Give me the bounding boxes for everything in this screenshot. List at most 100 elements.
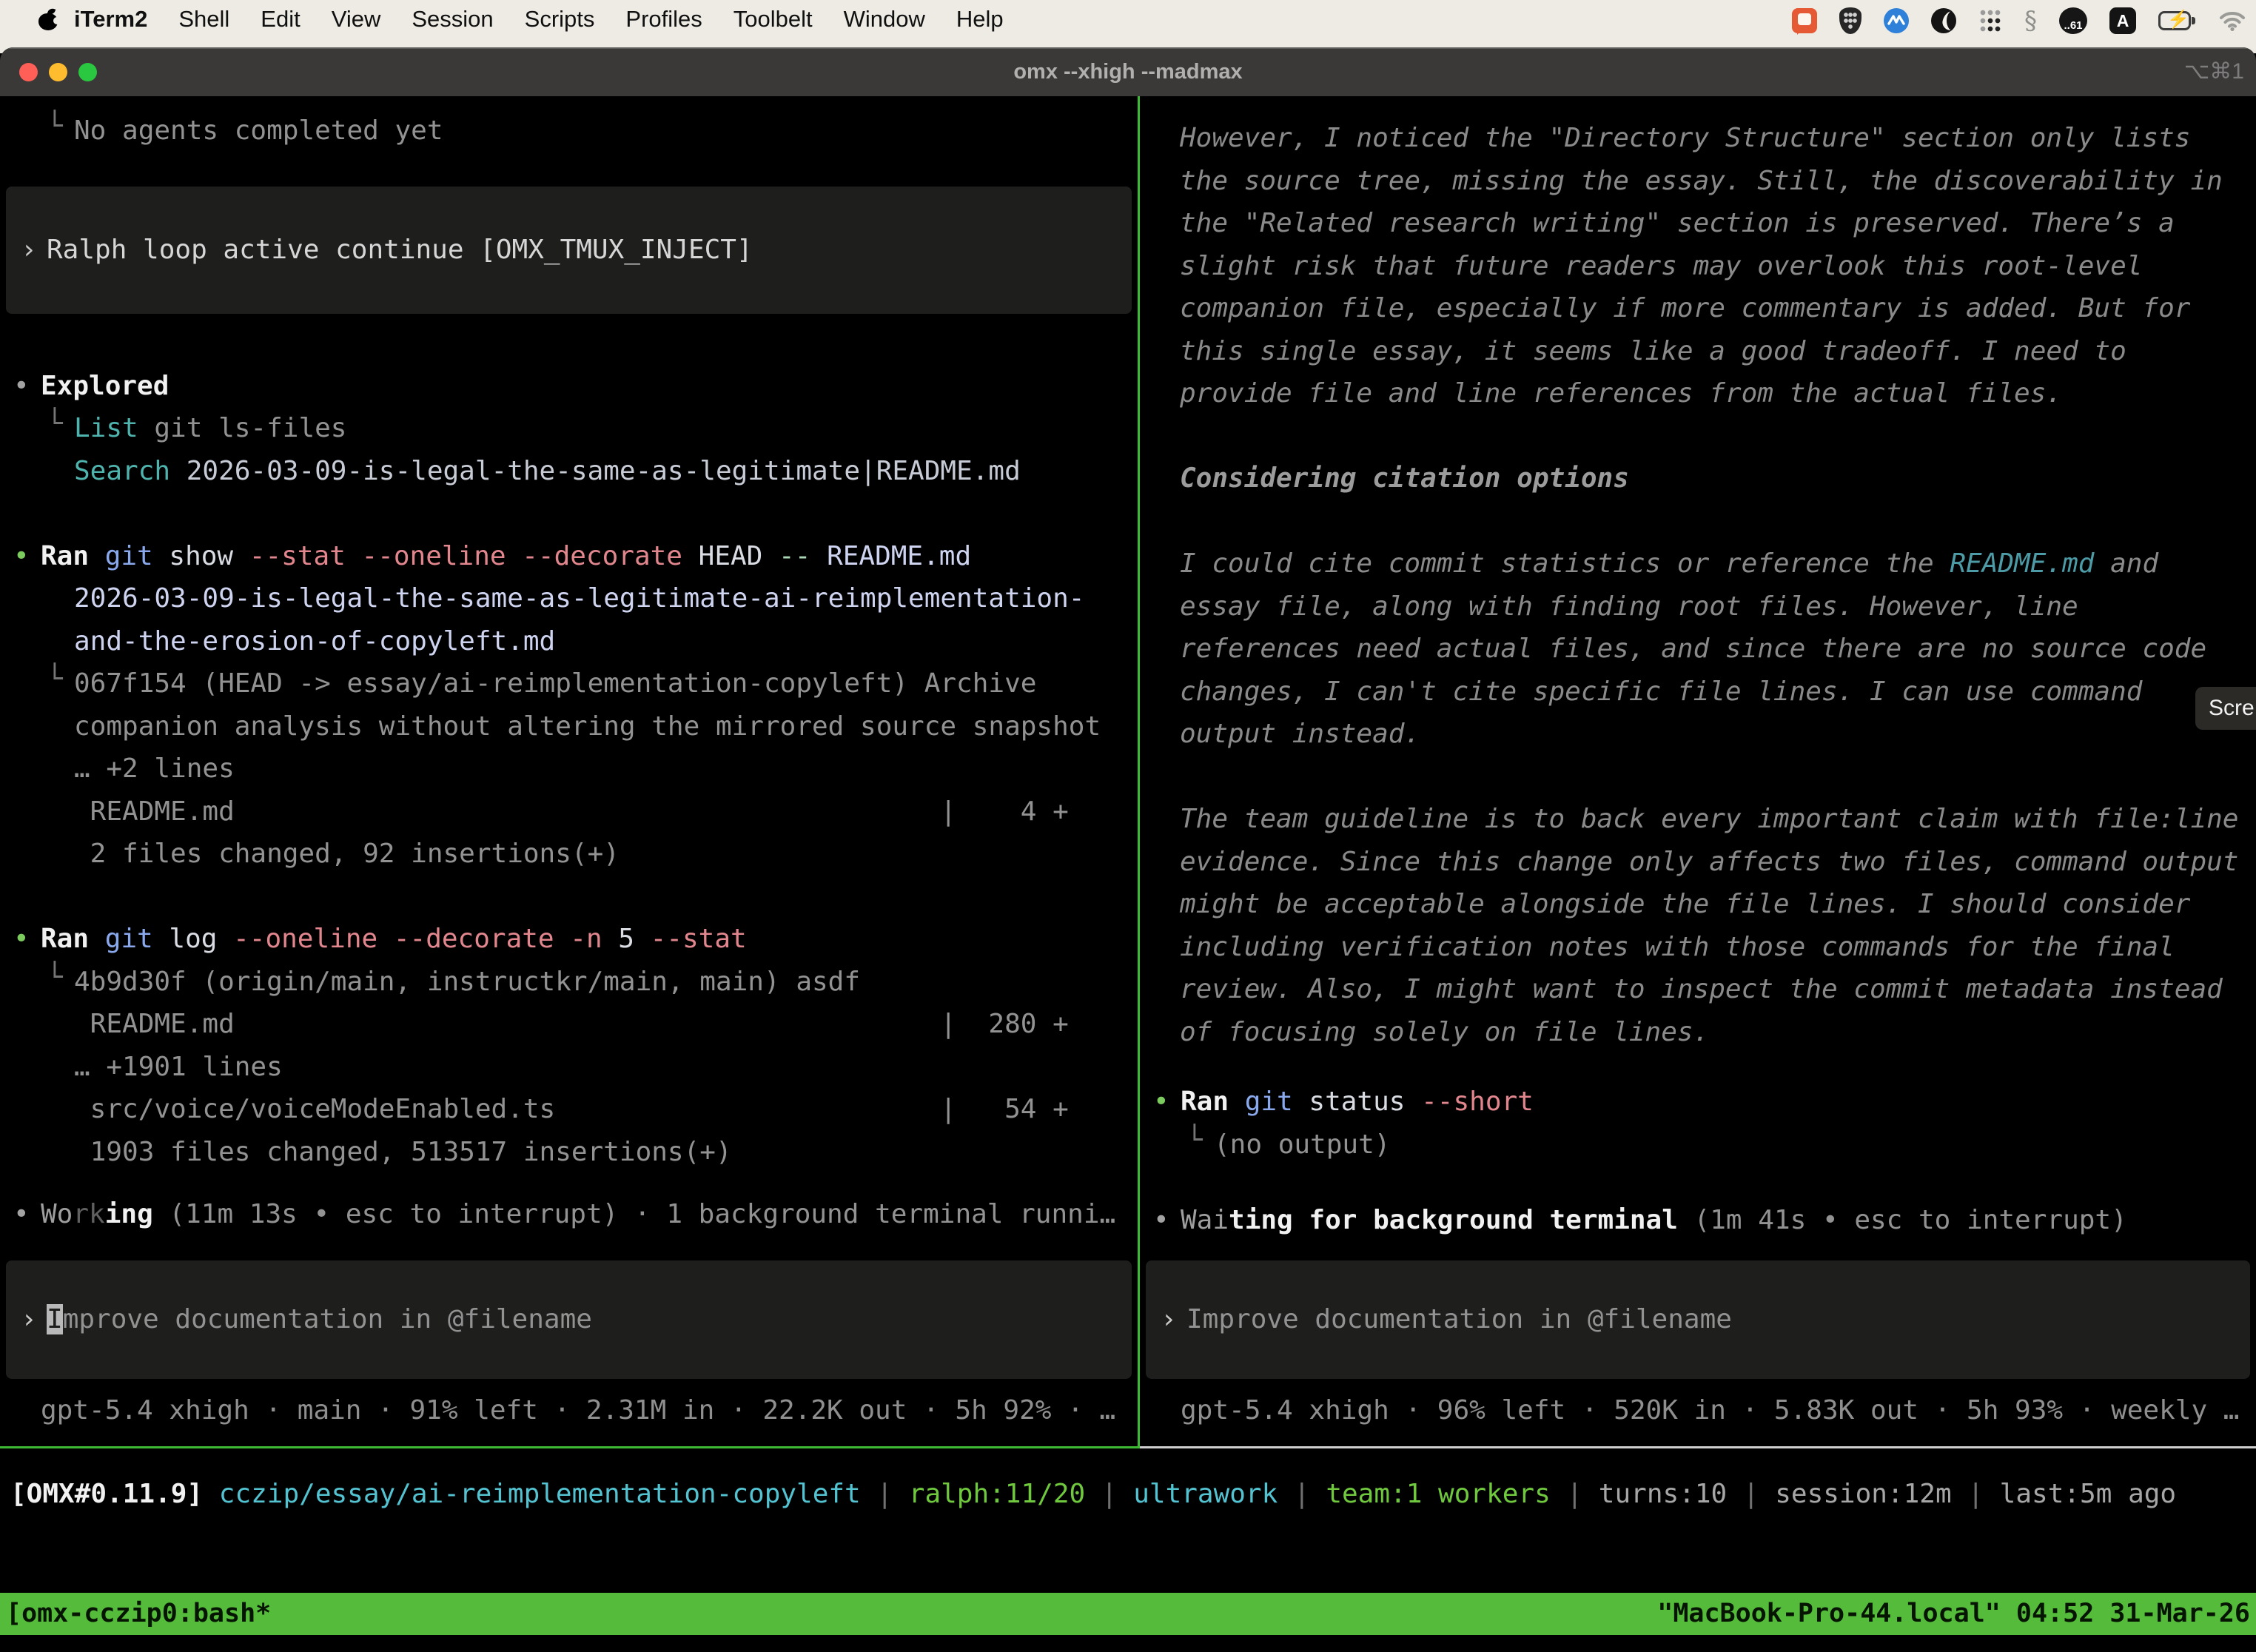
terminal-line: └067f154 (HEAD -> essay/ai-reimplementat… — [0, 662, 1138, 705]
menu-item-scripts[interactable]: Scripts — [525, 6, 595, 33]
chat-bubble-icon[interactable] — [1792, 8, 1817, 33]
tree-branch-icon: └ — [1186, 1119, 1203, 1162]
terminal-line: README.md | 4 + — [0, 790, 1138, 833]
terminal-line: might be acceptable alongside the file l… — [1140, 883, 2256, 926]
menu-item-view[interactable]: View — [332, 6, 381, 33]
battery-bolt-glyph: ⚡ — [2167, 9, 2189, 30]
gauge-icon[interactable]: ..61 — [2059, 7, 2087, 34]
terminal-line: └List git ls-files — [0, 407, 1138, 450]
wifi-icon[interactable] — [2219, 10, 2246, 31]
blue-badge-icon[interactable] — [1884, 8, 1909, 33]
battery-icon[interactable]: ⚡ — [2158, 11, 2197, 30]
menu-items: iTerm2 Shell Edit View Session Scripts Profile… — [0, 0, 1004, 38]
terminal-line: output instead. — [1140, 713, 2256, 756]
dots-grid-icon[interactable] — [1978, 9, 2002, 33]
tmux-session-label: [omx-cczip0:bash* — [6, 1593, 271, 1635]
bullet-icon: • — [13, 535, 30, 578]
spacer — [0, 492, 1138, 535]
input-source-label: A — [2117, 11, 2129, 31]
menu-item-edit[interactable]: Edit — [261, 6, 300, 33]
title-bar[interactable]: omx --xhigh --madmax ⌥⌘1 — [0, 47, 2256, 96]
bullet-icon: • — [13, 918, 30, 961]
terminal-line: … +1901 lines — [0, 1046, 1138, 1089]
terminal-line: Considering citation options — [1140, 457, 2256, 500]
terminal-line: └(no output) — [1140, 1124, 2256, 1166]
spacer — [1140, 756, 2256, 799]
prompt-input[interactable]: ›Improve documentation in @filename — [6, 1260, 1132, 1379]
terminal-line: Search 2026-03-09-is-legal-the-same-as-l… — [0, 450, 1138, 493]
spacer — [1140, 1242, 2256, 1260]
spacer — [0, 1236, 1138, 1260]
terminal-line: references need actual files, and since … — [1140, 628, 2256, 671]
terminal-line: •Ran git show --stat --oneline --decorat… — [0, 535, 1138, 578]
tree-branch-icon: └ — [47, 403, 63, 446]
spacer — [0, 96, 1138, 110]
terminal-line: •Working (11m 13s • esc to interrupt) · … — [0, 1193, 1138, 1236]
terminal-line: •Explored — [0, 365, 1138, 408]
omx-status-bar: [OMX#0.11.9] cczip/essay/ai-reimplementa… — [0, 1473, 2256, 1516]
tree-branch-icon: └ — [47, 658, 63, 701]
terminal-line: this single essay, it seems like a good … — [1140, 330, 2256, 373]
prompt-chevron-icon: › — [21, 1304, 37, 1334]
terminal-line: I could cite commit statistics or refere… — [1140, 543, 2256, 585]
input-source-icon[interactable]: A — [2109, 7, 2136, 34]
spacer — [1140, 1053, 2256, 1081]
menu-status-icons: § ..61 A ⚡ — [1792, 6, 2246, 36]
menu-item-iterm2[interactable]: iTerm2 — [74, 6, 147, 33]
spacer — [0, 1173, 1138, 1193]
bullet-icon: • — [13, 1193, 30, 1236]
menu-item-profiles[interactable]: Profiles — [625, 6, 702, 33]
model-status-line: gpt-5.4 xhigh · main · 91% left · 2.31M … — [0, 1389, 1138, 1432]
window-title: omx --xhigh --madmax — [0, 47, 2256, 96]
spacer — [1140, 1379, 2256, 1389]
terminal-line: including verification notes with those … — [1140, 926, 2256, 969]
shield-grid-icon[interactable] — [1839, 7, 1861, 34]
terminal-line: 1903 files changed, 513517 insertions(+) — [0, 1131, 1138, 1174]
prompt-input-text: Ralph loop active continue [OMX_TMUX_INJ… — [6, 235, 753, 265]
menu-bar: iTerm2 Shell Edit View Session Scripts Profile… — [0, 0, 2256, 53]
spacer — [1140, 415, 2256, 458]
model-status-line: gpt-5.4 xhigh · 96% left · 520K in · 5.8… — [1140, 1389, 2256, 1432]
spacer — [1140, 96, 2256, 117]
gauge-label: ..61 — [2064, 19, 2082, 32]
prompt-input[interactable]: ›Ralph loop active continue [OMX_TMUX_IN… — [6, 187, 1132, 314]
screen-share-overlay-label: Scre — [2209, 696, 2255, 721]
terminal-line: changes, I can't cite specific file line… — [1140, 671, 2256, 713]
menu-item-toolbelt[interactable]: Toolbelt — [733, 6, 813, 33]
terminal-line: … +2 lines — [0, 748, 1138, 790]
prompt-chevron-icon: › — [1161, 1304, 1177, 1334]
menu-item-session[interactable]: Session — [412, 6, 493, 33]
terminal-line: 2 files changed, 92 insertions(+) — [0, 833, 1138, 876]
terminal-line: •Ran git status --short — [1140, 1081, 2256, 1124]
screen-share-overlay-button[interactable]: Scre — [2195, 687, 2256, 730]
pane-right-agent[interactable]: However, I noticed the "Directory Struct… — [1140, 96, 2256, 1448]
spacer — [0, 152, 1138, 187]
spacer — [0, 1379, 1138, 1389]
prompt-chevron-icon: › — [21, 235, 37, 265]
menu-item-window[interactable]: Window — [844, 6, 925, 33]
terminal-line: •Waiting for background terminal (1m 41s… — [1140, 1199, 2256, 1242]
squiggle-icon[interactable]: § — [2024, 8, 2037, 33]
spacer — [0, 876, 1138, 919]
prompt-input-text: Improve documentation in @filename — [1146, 1304, 1732, 1334]
terminal-line: The team guideline is to back every impo… — [1140, 798, 2256, 841]
terminal-line: src/voice/voiceModeEnabled.ts | 54 + — [0, 1088, 1138, 1131]
tmux-status-bar: [omx-cczip0:bash* "MacBook-Pro-44.local"… — [0, 1593, 2256, 1635]
tree-branch-icon: └ — [47, 105, 63, 148]
spacer — [1140, 1166, 2256, 1199]
terminal-line: slight risk that future readers may over… — [1140, 245, 2256, 288]
pane-left-agent[interactable]: └No agents completed yet›Ralph loop acti… — [0, 96, 1140, 1448]
terminal-line: the source tree, missing the essay. Stil… — [1140, 160, 2256, 203]
terminal-line: companion analysis without altering the … — [0, 705, 1138, 748]
prompt-input[interactable]: ›Improve documentation in @filename — [1146, 1260, 2250, 1379]
apple-menu-icon[interactable] — [38, 8, 58, 30]
terminal-line: provide file and line references from th… — [1140, 372, 2256, 415]
dark-crescent-icon[interactable] — [1931, 8, 1956, 33]
terminal-line: review. Also, I might want to inspect th… — [1140, 968, 2256, 1011]
window-shortcut-badge: ⌥⌘1 — [2184, 47, 2244, 96]
menu-item-shell[interactable]: Shell — [178, 6, 229, 33]
terminal-line: README.md | 280 + — [0, 1003, 1138, 1046]
terminal-line: the "Related research writing" section i… — [1140, 202, 2256, 245]
tmux-panes: └No agents completed yet›Ralph loop acti… — [0, 96, 2256, 1448]
menu-item-help[interactable]: Help — [956, 6, 1004, 33]
